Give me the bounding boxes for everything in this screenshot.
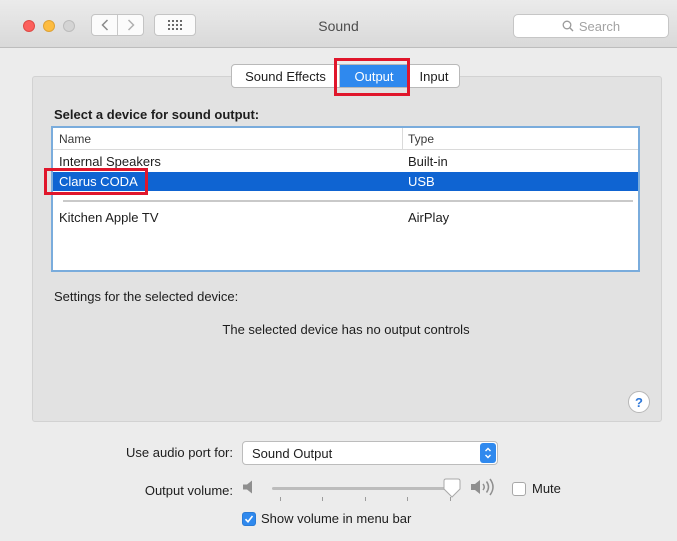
audio-port-label: Use audio port for: bbox=[126, 445, 233, 460]
volume-slider-track[interactable] bbox=[272, 487, 457, 490]
volume-tick bbox=[365, 497, 366, 501]
show-volume-label: Show volume in menu bar bbox=[261, 511, 412, 526]
show-volume-checkbox[interactable]: Show volume in menu bar bbox=[242, 511, 411, 526]
section-heading: Select a device for sound output: bbox=[54, 107, 260, 122]
speaker-high-icon bbox=[471, 478, 494, 496]
volume-tick bbox=[322, 497, 323, 501]
no-controls-message: The selected device has no output contro… bbox=[222, 322, 470, 337]
volume-slider-thumb[interactable] bbox=[443, 478, 461, 498]
device-type: Built-in bbox=[408, 154, 448, 169]
search-icon bbox=[562, 20, 574, 32]
volume-tick bbox=[407, 497, 408, 501]
device-name: Kitchen Apple TV bbox=[59, 210, 159, 225]
column-header-type[interactable]: Type bbox=[408, 132, 434, 146]
audio-port-value: Sound Output bbox=[252, 446, 333, 461]
settings-label: Settings for the selected device: bbox=[54, 289, 239, 304]
output-tab-highlight bbox=[334, 58, 410, 96]
selected-device-highlight bbox=[44, 168, 148, 195]
volume-label: Output volume: bbox=[144, 483, 233, 498]
tab-input[interactable]: Input bbox=[408, 65, 459, 87]
row-separator bbox=[63, 200, 633, 202]
popup-arrows-icon bbox=[480, 443, 496, 463]
search-placeholder: Search bbox=[578, 18, 621, 34]
column-header-name[interactable]: Name bbox=[59, 132, 91, 146]
volume-tick bbox=[280, 497, 281, 501]
help-icon: ? bbox=[635, 394, 643, 410]
checkmark-icon bbox=[244, 515, 254, 523]
device-type: AirPlay bbox=[408, 210, 450, 225]
table-header: Name Type bbox=[53, 128, 638, 150]
device-table: Name Type Internal Speakers Built-in Cla… bbox=[51, 126, 640, 272]
device-name: Internal Speakers bbox=[59, 154, 161, 169]
device-type: USB bbox=[408, 174, 435, 189]
table-row[interactable]: Kitchen Apple TV AirPlay bbox=[53, 208, 638, 227]
column-divider bbox=[402, 128, 403, 150]
speaker-low-icon bbox=[243, 480, 252, 494]
mute-label: Mute bbox=[532, 481, 561, 496]
mute-checkbox[interactable]: Mute bbox=[512, 481, 561, 496]
audio-port-popup[interactable]: Sound Output bbox=[242, 441, 498, 465]
title-bar: Sound Search bbox=[0, 0, 677, 48]
search-field[interactable]: Search bbox=[513, 14, 669, 38]
show-volume-checkbox-box[interactable] bbox=[242, 511, 256, 526]
mute-checkbox-box[interactable] bbox=[512, 481, 526, 496]
help-button[interactable]: ? bbox=[628, 391, 650, 413]
tab-sound-effects[interactable]: Sound Effects bbox=[232, 65, 340, 87]
